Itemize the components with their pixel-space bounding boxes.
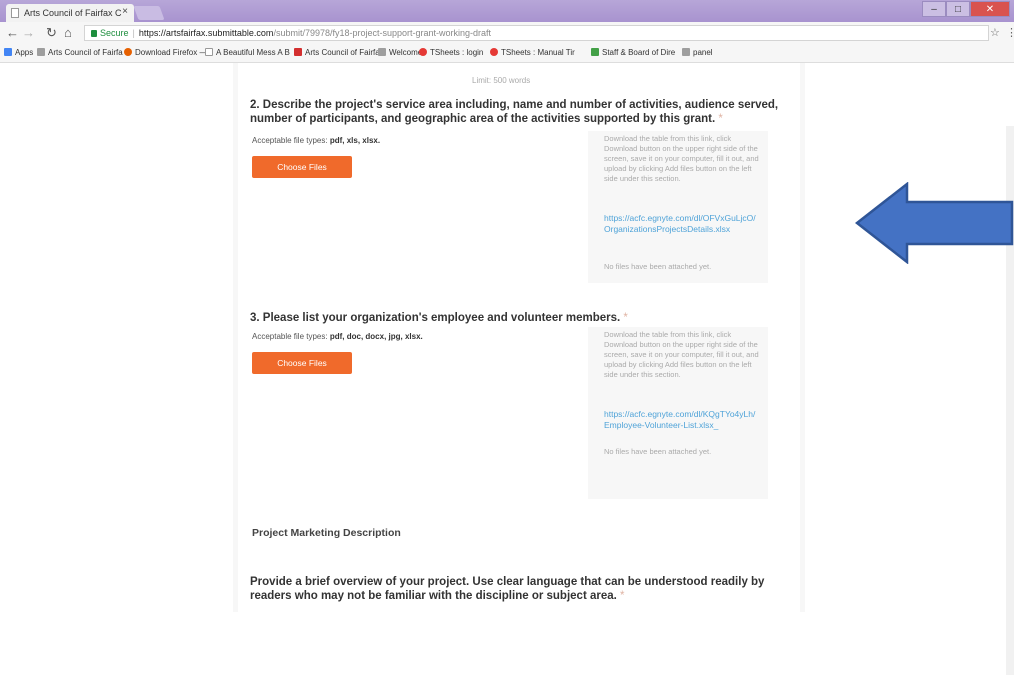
- question-3-template-link[interactable]: https://acfc.egnyte.com/dl/KQgTYo4yLh/Em…: [604, 409, 760, 431]
- page-favicon-icon: [11, 8, 19, 18]
- browser-toolbar: ← → ↻ ⌂ Secure | https://artsfairfax.submi…: [0, 22, 1014, 44]
- bookmark-item[interactable]: Welcome: [378, 48, 422, 57]
- required-mark: *: [620, 590, 625, 602]
- lock-icon: [91, 30, 97, 37]
- left-arrow-icon: [855, 182, 1014, 264]
- question-2-no-files-text: No files have been attached yet.: [604, 262, 712, 271]
- tab-close-icon[interactable]: ×: [122, 6, 128, 17]
- arts-council-icon: [294, 48, 302, 56]
- minimize-icon[interactable]: –: [922, 1, 946, 17]
- question-3-no-files-text: No files have been attached yet.: [604, 447, 712, 456]
- question-3-title: 3. Please list your organization's emplo…: [250, 312, 628, 324]
- window-close-icon[interactable]: ✕: [970, 1, 1010, 17]
- page-content: Limit: 500 words 2. Describe the project…: [0, 63, 1014, 675]
- question-2-help-text: Download the table from this link, click…: [604, 134, 759, 183]
- maximize-icon[interactable]: □: [946, 1, 970, 17]
- secure-label: Secure: [100, 28, 129, 38]
- question-4-title: Provide a brief overview of your project…: [250, 576, 765, 602]
- reload-icon[interactable]: ↻: [46, 25, 57, 41]
- bookmark-item[interactable]: Arts Council of Fairfa: [37, 48, 123, 57]
- question-2-title: 2. Describe the project's service area i…: [250, 99, 779, 125]
- bookmarks-bar: Apps Arts Council of Fairfa Download Fir…: [0, 44, 1014, 63]
- question-2-template-link[interactable]: https://acfc.egnyte.com/dl/OFVxGuLjcO/Or…: [604, 213, 760, 235]
- section-title: Project Marketing Description: [252, 527, 401, 539]
- tsheets-icon: [419, 48, 427, 56]
- bookmark-item[interactable]: Arts Council of Fairfa: [294, 48, 380, 57]
- bookmark-favicon-icon: [682, 48, 690, 56]
- question-3-help-text: Download the table from this link, click…: [604, 330, 759, 379]
- menu-icon[interactable]: ⋮: [1006, 26, 1014, 39]
- bookmark-item[interactable]: TSheets : Manual Tir: [490, 48, 575, 57]
- url-host: https://artsfairfax.submittable.com: [138, 28, 274, 38]
- bookmark-favicon-icon: [378, 48, 386, 56]
- bookmark-star-icon[interactable]: ☆: [990, 26, 1000, 39]
- tsheets-icon: [490, 48, 498, 56]
- firefox-icon: [124, 48, 132, 56]
- page-icon: [205, 48, 213, 56]
- url-path: /submit/79978/fy18-project-support-grant…: [273, 28, 492, 38]
- window-controls: – □ ✕: [922, 1, 1010, 17]
- question-3-file-types: Acceptable file types: pdf, doc, docx, j…: [252, 332, 423, 341]
- browser-tab[interactable]: Arts Council of Fairfax C ×: [6, 4, 134, 22]
- window-title-bar: Arts Council of Fairfax C × – □ ✕: [0, 0, 1014, 22]
- bookmark-apps[interactable]: Apps: [4, 48, 33, 57]
- question-2-choose-files-button[interactable]: Choose Files: [252, 156, 352, 178]
- staff-board-icon: [591, 48, 599, 56]
- tab-title: Arts Council of Fairfax C: [24, 8, 122, 18]
- bookmark-item[interactable]: TSheets : login: [419, 48, 483, 57]
- required-mark: *: [623, 312, 628, 324]
- back-icon[interactable]: ←: [6, 25, 19, 41]
- bookmark-item[interactable]: Staff & Board of Dire: [591, 48, 675, 57]
- question-2-file-types: Acceptable file types: pdf, xls, xlsx.: [252, 136, 381, 145]
- new-tab-button[interactable]: [133, 6, 165, 20]
- bookmark-favicon-icon: [37, 48, 45, 56]
- apps-grid-icon: [4, 48, 12, 56]
- required-mark: *: [718, 113, 723, 125]
- bookmark-item[interactable]: Download Firefox —: [124, 48, 207, 57]
- bookmark-item[interactable]: A Beautiful Mess A B: [205, 48, 290, 57]
- question-3-choose-files-button[interactable]: Choose Files: [252, 352, 352, 374]
- word-limit-text: Limit: 500 words: [472, 76, 531, 85]
- bookmark-item[interactable]: panel: [682, 48, 713, 57]
- home-icon[interactable]: ⌂: [64, 25, 72, 41]
- forward-icon[interactable]: →: [22, 25, 35, 41]
- address-bar[interactable]: Secure | https://artsfairfax.submittable.c…: [84, 25, 989, 41]
